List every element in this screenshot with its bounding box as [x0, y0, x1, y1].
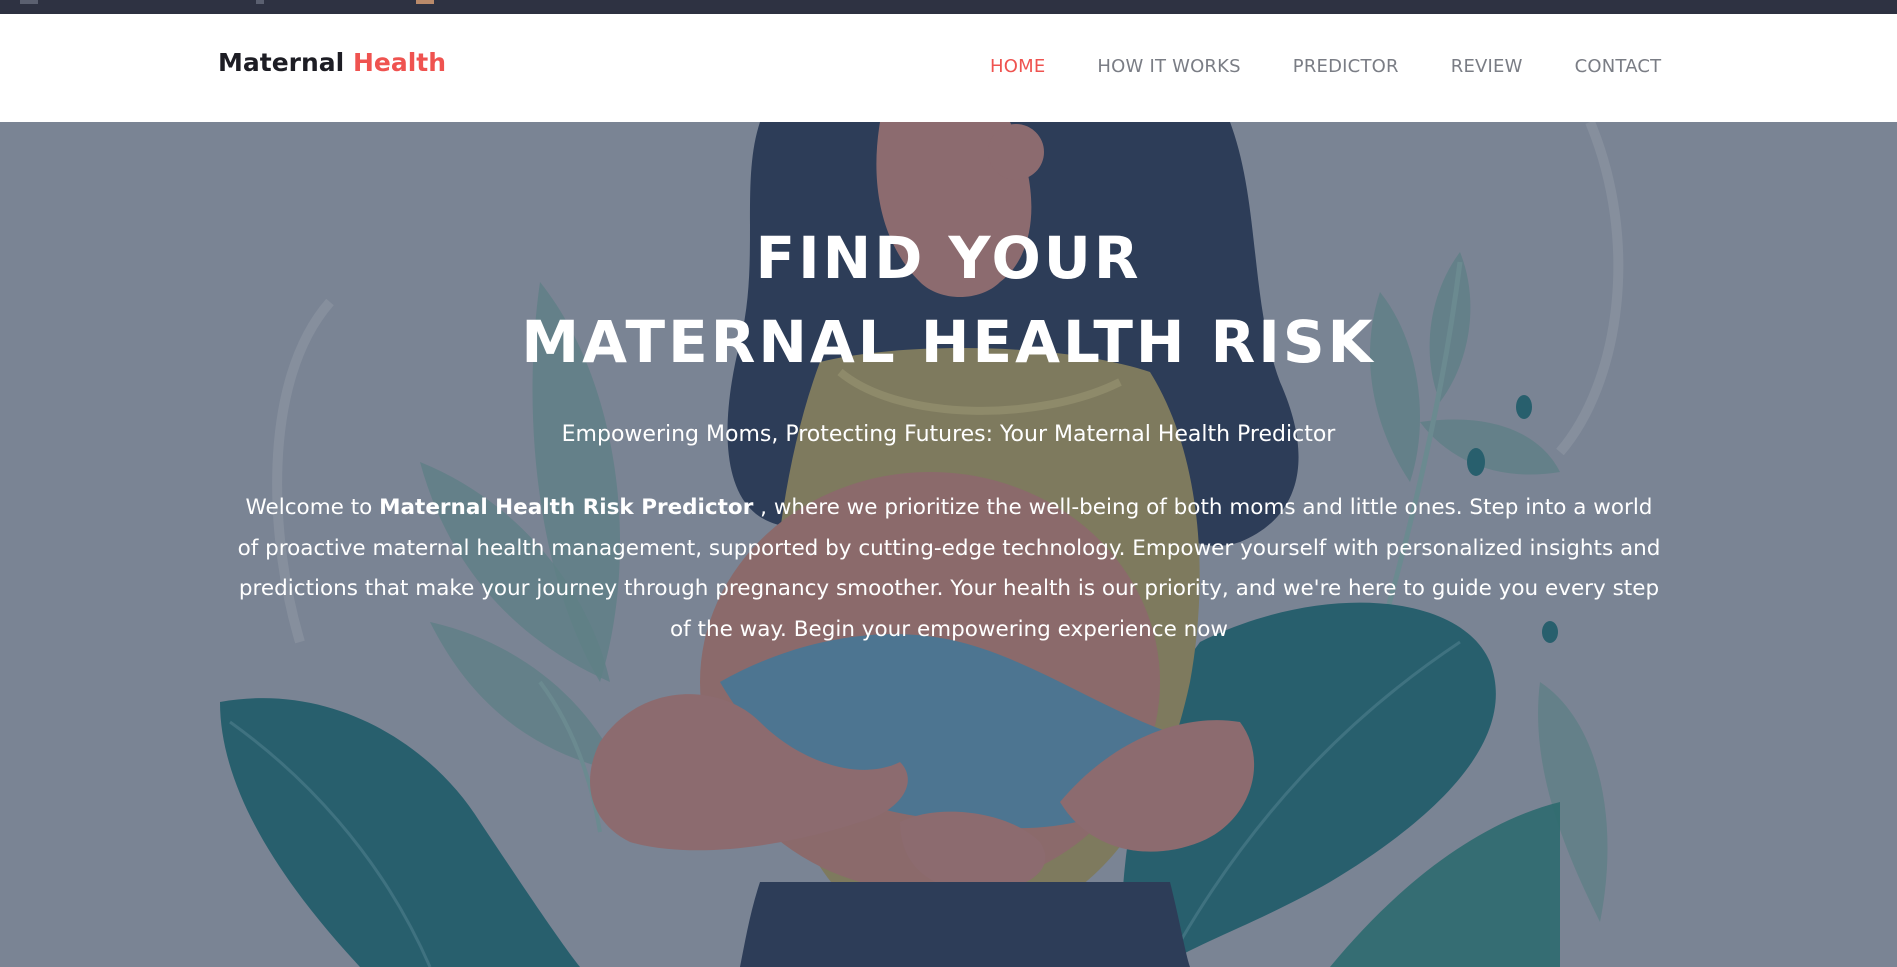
hero-section: FIND YOUR MATERNAL HEALTH RISK Empowerin…	[0, 122, 1897, 967]
main-nav: HOME HOW IT WORKS PREDICTOR REVIEW CONTA…	[990, 56, 1661, 77]
nav-item-how-it-works[interactable]: HOW IT WORKS	[1097, 56, 1240, 77]
navbar: Maternal Health HOME HOW IT WORKS PREDIC…	[0, 14, 1897, 122]
browser-top-strip	[0, 0, 1897, 14]
nav-item-review[interactable]: REVIEW	[1451, 56, 1523, 77]
brand-logo[interactable]: Maternal Health	[218, 48, 446, 77]
tab-favicon-icon	[416, 0, 434, 4]
nav-item-contact[interactable]: CONTACT	[1575, 56, 1662, 77]
nav-item-home[interactable]: HOME	[990, 56, 1045, 77]
hero-title-line1: FIND YOUR	[755, 224, 1142, 292]
nav-item-predictor[interactable]: PREDICTOR	[1293, 56, 1399, 77]
brand-name-part2: Health	[352, 48, 447, 77]
hero-title-line2: MATERNAL HEALTH RISK	[521, 308, 1376, 376]
intro-prefix: Welcome to	[245, 495, 380, 520]
intro-product-name: Maternal Health Risk Predictor	[379, 495, 754, 520]
brand-name-part1: Maternal	[218, 48, 345, 77]
hero-intro-paragraph: Welcome to Maternal Health Risk Predicto…	[232, 488, 1666, 650]
tab-divider	[256, 0, 264, 4]
tab-favicon-icon	[20, 0, 38, 4]
hero-tagline: Empowering Moms, Protecting Futures: You…	[561, 422, 1336, 447]
